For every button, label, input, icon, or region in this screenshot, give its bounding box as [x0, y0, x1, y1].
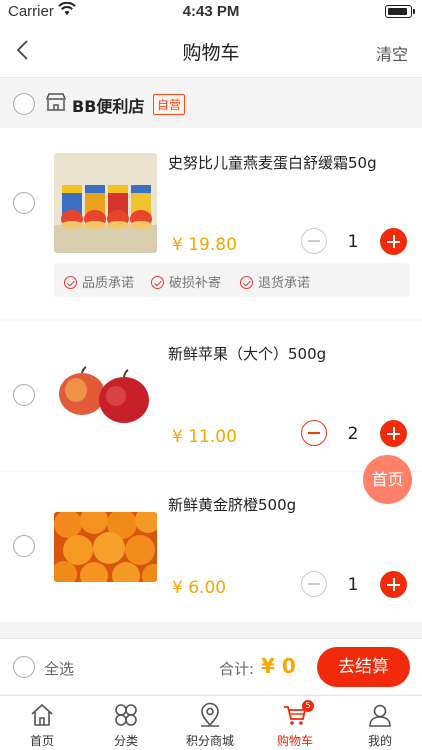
- tab-cart[interactable]: 5 购物车: [253, 696, 337, 750]
- quantity-value: 1: [347, 575, 359, 595]
- total-label: 合计:: [219, 660, 255, 678]
- cart-item: 新鲜苹果（大个）500g ¥ 11.00 2: [0, 321, 422, 471]
- cart-count-badge: 5: [302, 700, 314, 712]
- quality-promise: 品质承诺: [64, 272, 134, 291]
- product-price: ¥ 19.80: [172, 235, 237, 255]
- checkout-button[interactable]: 去结算: [317, 647, 410, 687]
- quantity-value: 2: [347, 424, 359, 444]
- self-operated-badge: 自营: [153, 94, 186, 115]
- increase-quantity-button[interactable]: [380, 228, 407, 255]
- increase-quantity-button[interactable]: [380, 571, 407, 598]
- floating-home-button[interactable]: 首页: [363, 455, 412, 504]
- return-promise: 退货承诺: [240, 272, 310, 291]
- increase-quantity-button[interactable]: [380, 420, 407, 447]
- tab-bar: 首页 分类 积分商城 5 购物车 我的: [0, 695, 422, 750]
- user-icon: [369, 704, 391, 727]
- quantity-value: 1: [347, 232, 359, 252]
- tab-label: 积分商城: [185, 734, 234, 748]
- tab-home[interactable]: 首页: [0, 696, 84, 750]
- select-all-radio[interactable]: [13, 656, 35, 678]
- tab-label: 首页: [29, 734, 54, 748]
- store-name: BB便利店: [72, 97, 145, 116]
- category-icon: [115, 704, 137, 726]
- store-select-radio[interactable]: [13, 93, 35, 115]
- tab-label: 我的: [367, 734, 392, 748]
- check-circle-icon: [151, 276, 164, 289]
- store-icon: [45, 93, 67, 111]
- product-name[interactable]: 史努比儿童燕麦蛋白舒缓霜50g: [168, 152, 377, 173]
- tab-mine[interactable]: 我的: [338, 696, 422, 750]
- check-circle-icon: [240, 276, 253, 289]
- checkout-bar: 全选 合计: ¥ 0 去结算: [0, 638, 422, 694]
- product-image-apple[interactable]: [54, 346, 157, 446]
- store-header: BB便利店 自营: [0, 79, 422, 128]
- decrease-quantity-button[interactable]: [301, 571, 327, 597]
- check-circle-icon: [64, 276, 77, 289]
- product-image-cream[interactable]: [54, 153, 157, 253]
- total-amount: ¥ 0: [261, 654, 296, 678]
- home-icon: [31, 703, 53, 726]
- tab-category[interactable]: 分类: [84, 696, 168, 750]
- tab-label: 分类: [113, 734, 138, 748]
- select-all-label[interactable]: 全选: [44, 658, 74, 679]
- product-price: ¥ 11.00: [172, 427, 237, 447]
- product-image-orange[interactable]: [54, 512, 157, 582]
- cart-item: 新鲜黄金脐橙500g ¥ 6.00 1: [0, 472, 422, 622]
- decrease-quantity-button[interactable]: [301, 420, 327, 446]
- service-promises: 品质承诺 破损补寄 退货承诺: [54, 263, 409, 297]
- clear-cart-button[interactable]: 清空: [376, 41, 408, 65]
- nav-bar: 购物车 清空: [0, 24, 422, 78]
- location-pin-icon: [201, 702, 219, 727]
- damage-reship-promise: 破损补寄: [151, 272, 221, 291]
- tab-points-mall[interactable]: 积分商城: [168, 696, 252, 750]
- item-select-radio[interactable]: [13, 192, 35, 214]
- product-name[interactable]: 新鲜苹果（大个）500g: [168, 343, 326, 364]
- item-select-radio[interactable]: [13, 535, 35, 557]
- tab-label: 购物车: [276, 734, 313, 748]
- item-select-radio[interactable]: [13, 384, 35, 406]
- product-name[interactable]: 新鲜黄金脐橙500g: [168, 494, 296, 515]
- status-bar: Carrier 4:43 PM: [0, 0, 422, 24]
- clock: 4:43 PM: [182, 3, 240, 20]
- product-price: ¥ 6.00: [172, 578, 227, 598]
- decrease-quantity-button[interactable]: [301, 228, 327, 254]
- page-title: 购物车: [182, 42, 240, 64]
- battery-icon: [385, 5, 415, 18]
